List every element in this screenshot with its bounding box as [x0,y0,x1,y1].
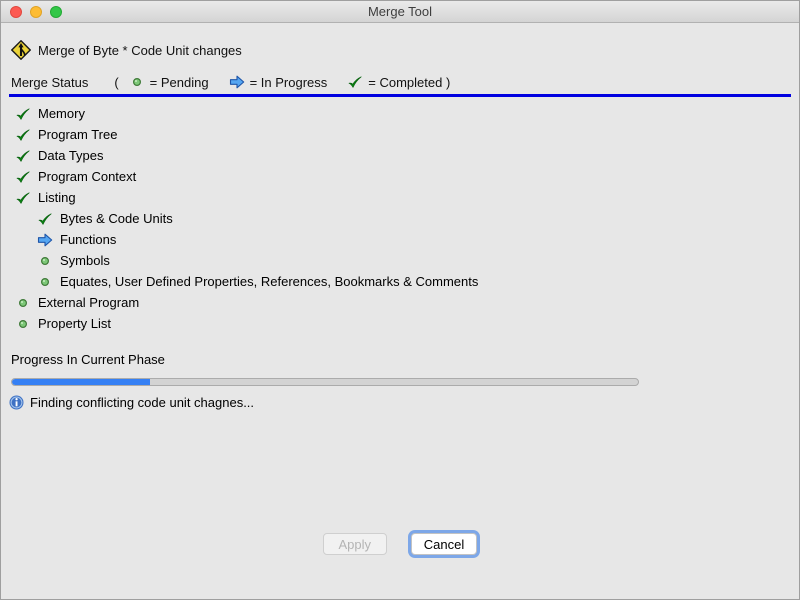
legend-open-paren: ( [114,75,118,90]
pending-icon [15,316,31,332]
apply-button[interactable]: Apply [323,533,387,555]
progress-section-label: Progress In Current Phase [11,352,799,367]
completed-icon [15,190,31,206]
phase-label: Bytes & Code Units [60,211,173,226]
merge-header: Merge of Byte * Code Unit changes [11,40,799,60]
status-message-row: Finding conflicting code unit chagnes... [9,395,799,410]
button-row: Apply Cancel [1,533,799,555]
phase-label: External Program [38,295,139,310]
completed-icon [15,127,31,143]
phase-label: Property List [38,316,111,331]
pending-icon [37,253,53,269]
phase-row: Property List [1,313,799,334]
pending-icon [15,295,31,311]
legend-in-progress-text: = In Progress [250,75,328,90]
legend-pending-text: = Pending [150,75,209,90]
cancel-button[interactable]: Cancel [411,533,477,555]
completed-icon [15,169,31,185]
phase-row: Program Context [1,166,799,187]
progress-bar-fill [12,379,150,385]
phase-row: Memory [1,103,799,124]
window-title: Merge Tool [368,4,432,19]
pending-icon [37,274,53,290]
merge-status-label: Merge Status [11,75,88,90]
merge-sign-icon [11,40,31,60]
phase-label: Program Context [38,169,136,184]
close-button[interactable] [10,6,22,18]
minimize-button[interactable] [30,6,42,18]
merge-header-title: Merge of Byte * Code Unit changes [38,43,242,58]
phase-list: Memory Program Tree Data Types Program Cont… [1,103,799,334]
phase-row: External Program [1,292,799,313]
phase-row: Program Tree [1,124,799,145]
phase-label: Symbols [60,253,110,268]
phase-row: Symbols [1,250,799,271]
phase-row: Equates, User Defined Properties, Refere… [1,271,799,292]
phase-label: Equates, User Defined Properties, Refere… [60,274,478,289]
in-progress-icon [37,232,53,248]
phase-row: Bytes & Code Units [1,208,799,229]
traffic-lights [10,6,62,18]
titlebar: Merge Tool [1,1,799,23]
merge-status-legend: Merge Status ( = Pending = In Progress =… [11,74,799,90]
info-icon [9,395,24,410]
phase-label: Memory [38,106,85,121]
separator-rule [9,94,791,97]
phase-row: Listing [1,187,799,208]
phase-label: Data Types [38,148,104,163]
status-message: Finding conflicting code unit chagnes... [30,395,254,410]
phase-label: Functions [60,232,116,247]
phase-row: Data Types [1,145,799,166]
phase-label: Program Tree [38,127,117,142]
completed-icon [15,106,31,122]
legend-completed-text: = Completed ) [368,75,450,90]
phase-row: Functions [1,229,799,250]
in-progress-icon [229,74,245,90]
completed-icon [347,74,363,90]
completed-icon [37,211,53,227]
pending-icon [129,74,145,90]
completed-icon [15,148,31,164]
phase-label: Listing [38,190,76,205]
zoom-button[interactable] [50,6,62,18]
progress-bar [11,378,639,386]
